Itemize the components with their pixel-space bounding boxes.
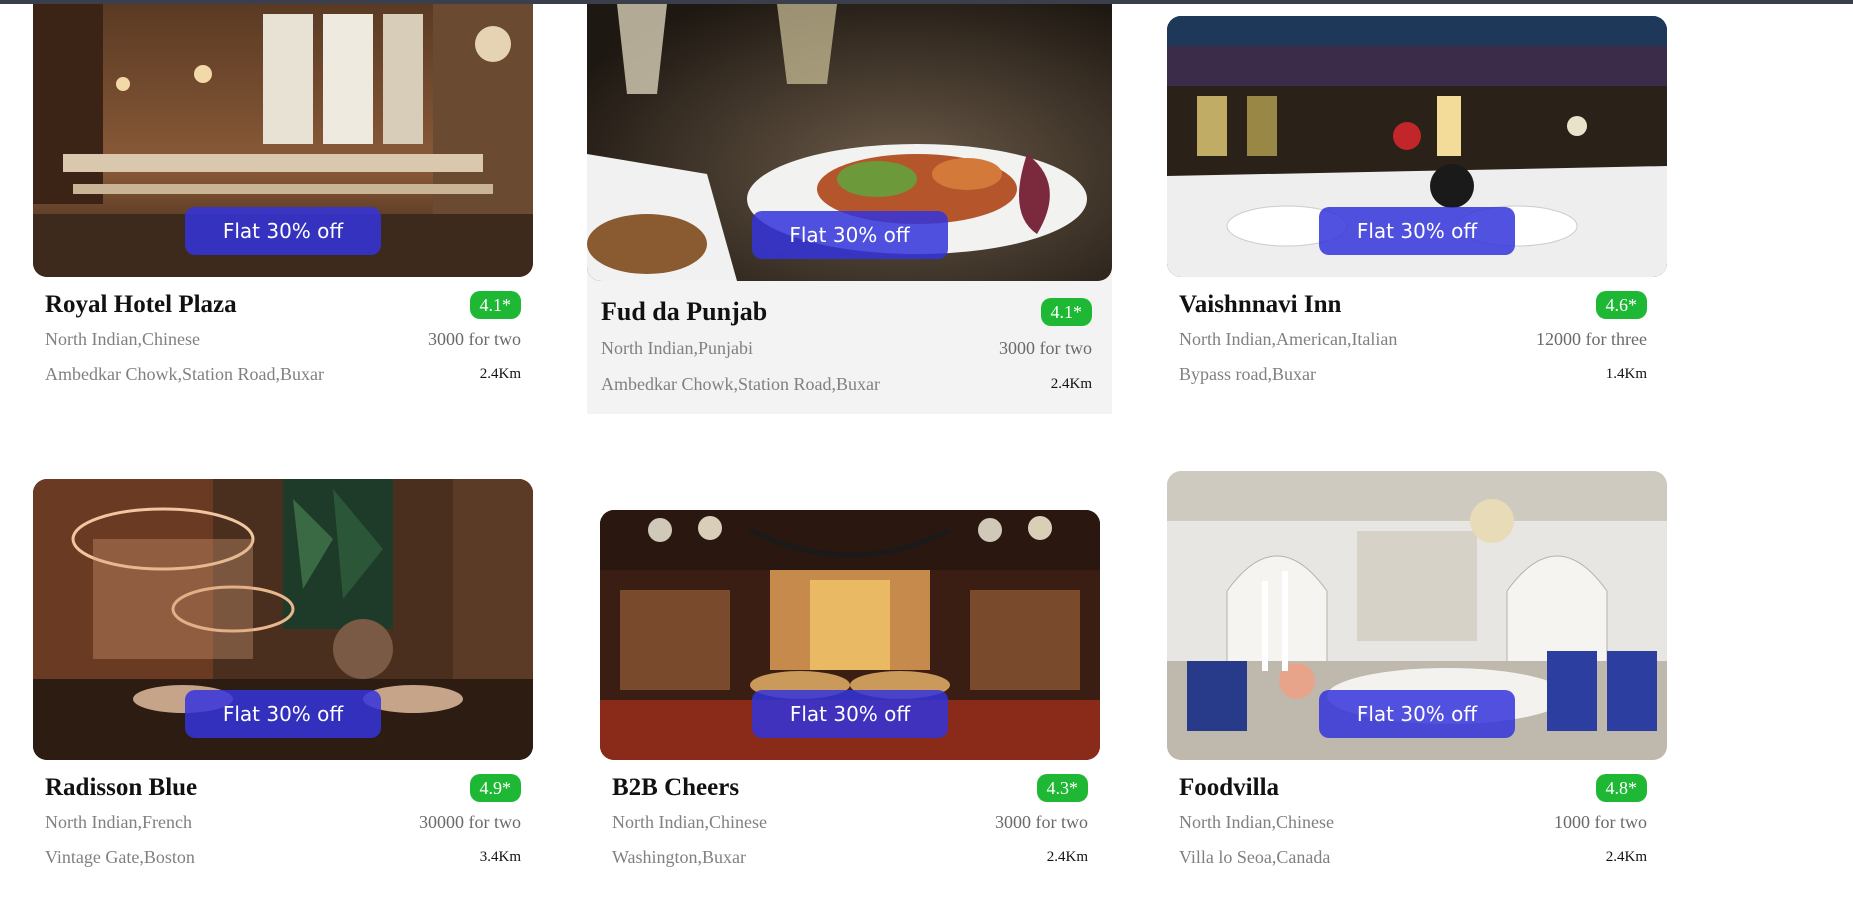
offer-badge[interactable]: Flat 30% off: [752, 690, 948, 738]
address-text: Washington,Buxar: [612, 846, 747, 867]
rating-badge: 4.9*: [469, 774, 521, 802]
restaurant-card[interactable]: Flat 30% off Royal Hotel Plaza 4.1* Nort…: [33, 4, 533, 391]
price-text: 12000 for three: [1536, 328, 1647, 349]
offer-badge[interactable]: Flat 30% off: [751, 211, 948, 259]
restaurant-image[interactable]: Flat 30% off: [1167, 16, 1667, 277]
rating-badge: 4.8*: [1595, 774, 1647, 802]
address-text: Ambedkar Chowk,Station Road,Buxar: [601, 373, 880, 394]
distance-text: 2.4Km: [1046, 848, 1088, 865]
restaurant-image[interactable]: Flat 30% off: [600, 510, 1100, 760]
price-text: 30000 for two: [419, 811, 521, 832]
rating-badge: 4.1*: [1040, 298, 1092, 326]
restaurant-image[interactable]: Flat 30% off: [1167, 471, 1667, 760]
cuisine-text: North Indian,French: [45, 811, 192, 832]
cuisine-text: North Indian,Punjabi: [601, 337, 753, 358]
restaurant-info: Vaishnnavi Inn 4.6* North Indian,America…: [1167, 277, 1667, 391]
restaurant-image[interactable]: Flat 30% off: [33, 4, 533, 277]
restaurant-info: B2B Cheers 4.3* North Indian,Chinese 300…: [600, 760, 1100, 874]
restaurant-card[interactable]: Flat 30% off Foodvilla 4.8* North Indian…: [1167, 471, 1667, 874]
restaurant-card[interactable]: Flat 30% off Vaishnnavi Inn 4.6* North I…: [1167, 16, 1667, 391]
restaurant-name[interactable]: Fud da Punjab: [601, 297, 767, 327]
address-text: Ambedkar Chowk,Station Road,Buxar: [45, 363, 324, 384]
address-text: Bypass road,Buxar: [1179, 363, 1316, 384]
restaurant-name[interactable]: B2B Cheers: [612, 774, 739, 802]
cuisine-text: North Indian,American,Italian: [1179, 328, 1398, 349]
restaurant-info: Fud da Punjab 4.1* North Indian,Punjabi …: [587, 281, 1112, 401]
rating-badge: 4.6*: [1595, 291, 1647, 319]
rating-badge: 4.1*: [469, 291, 521, 319]
cuisine-text: North Indian,Chinese: [45, 328, 200, 349]
restaurant-card[interactable]: Flat 30% off Fud da Punjab 4.1* North In…: [587, 4, 1112, 414]
address-text: Vintage Gate,Boston: [45, 846, 195, 867]
offer-badge[interactable]: Flat 30% off: [1319, 690, 1515, 738]
distance-text: 3.4Km: [479, 848, 521, 865]
restaurant-info: Royal Hotel Plaza 4.1* North Indian,Chin…: [33, 277, 533, 391]
address-text: Villa lo Seoa,Canada: [1179, 846, 1331, 867]
restaurant-name[interactable]: Foodvilla: [1179, 774, 1279, 802]
restaurant-info: Radisson Blue 4.9* North Indian,French 3…: [33, 760, 533, 874]
distance-text: 2.4Km: [479, 365, 521, 382]
offer-badge[interactable]: Flat 30% off: [185, 207, 381, 255]
cuisine-text: North Indian,Chinese: [612, 811, 767, 832]
restaurant-card[interactable]: Flat 30% off Radisson Blue 4.9* North In…: [33, 479, 533, 874]
price-text: 3000 for two: [999, 337, 1092, 358]
offer-badge[interactable]: Flat 30% off: [185, 690, 381, 738]
rating-badge: 4.3*: [1036, 774, 1088, 802]
restaurant-image[interactable]: Flat 30% off: [33, 479, 533, 760]
restaurant-name[interactable]: Royal Hotel Plaza: [45, 291, 237, 319]
cuisine-text: North Indian,Chinese: [1179, 811, 1334, 832]
price-text: 3000 for two: [428, 328, 521, 349]
restaurant-name[interactable]: Radisson Blue: [45, 774, 197, 802]
price-text: 3000 for two: [995, 811, 1088, 832]
restaurant-image[interactable]: Flat 30% off: [587, 4, 1112, 281]
distance-text: 1.4Km: [1605, 365, 1647, 382]
distance-text: 2.4Km: [1605, 848, 1647, 865]
price-text: 1000 for two: [1554, 811, 1647, 832]
offer-badge[interactable]: Flat 30% off: [1319, 207, 1515, 255]
restaurant-card[interactable]: Flat 30% off B2B Cheers 4.3* North India…: [600, 510, 1100, 874]
restaurant-name[interactable]: Vaishnnavi Inn: [1179, 291, 1341, 319]
distance-text: 2.4Km: [1050, 375, 1092, 392]
restaurant-info: Foodvilla 4.8* North Indian,Chinese 1000…: [1167, 760, 1667, 874]
